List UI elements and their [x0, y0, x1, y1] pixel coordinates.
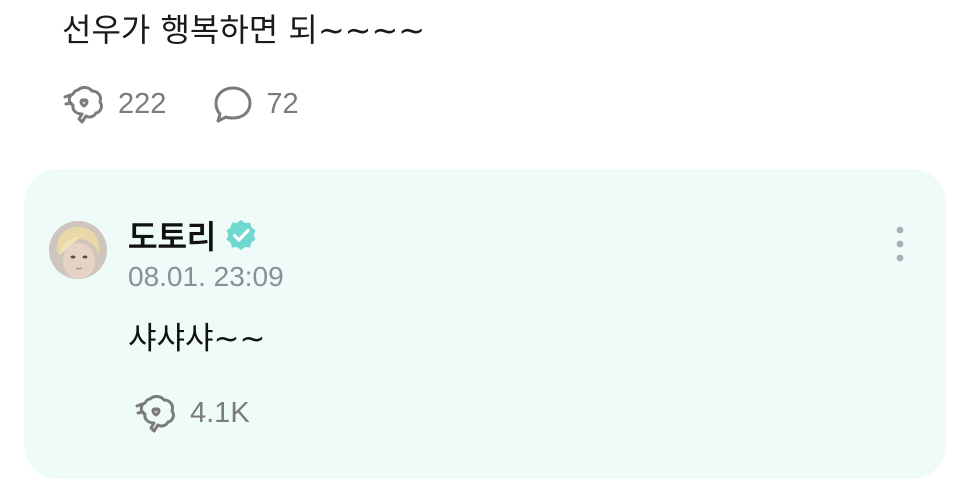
more-vertical-icon: [896, 226, 904, 262]
post-actions: 222 72: [62, 82, 299, 126]
reaction-icon: [63, 86, 103, 124]
post-comment-button[interactable]: 72: [210, 82, 299, 126]
reaction-icon: [135, 395, 175, 433]
more-options-button[interactable]: [890, 221, 910, 267]
author-name[interactable]: 도토리: [128, 212, 216, 258]
timestamp: 08.01. 23:09: [128, 261, 284, 292]
post-comment-count: 72: [266, 87, 299, 120]
comment-bubble-icon: [214, 86, 252, 123]
reply-reaction-count: 4.1K: [190, 396, 250, 429]
avatar-image: [49, 221, 107, 279]
avatar[interactable]: [49, 221, 107, 279]
reply-reaction-button[interactable]: 4.1K: [134, 391, 250, 435]
author-row: 도토리: [128, 213, 258, 257]
reply-text: 샤샤샤~~: [128, 321, 266, 357]
post-reaction-count: 222: [118, 87, 167, 120]
reply-card: 도토리 08.01. 23:09 샤샤샤~~ 4.1K: [24, 169, 946, 479]
reply-actions: 4.1K: [134, 391, 250, 435]
verified-badge-icon: [226, 220, 256, 250]
post-text: 선우가 행복하면 되~~~~: [62, 11, 426, 49]
post-reaction-button[interactable]: 222: [62, 82, 166, 126]
